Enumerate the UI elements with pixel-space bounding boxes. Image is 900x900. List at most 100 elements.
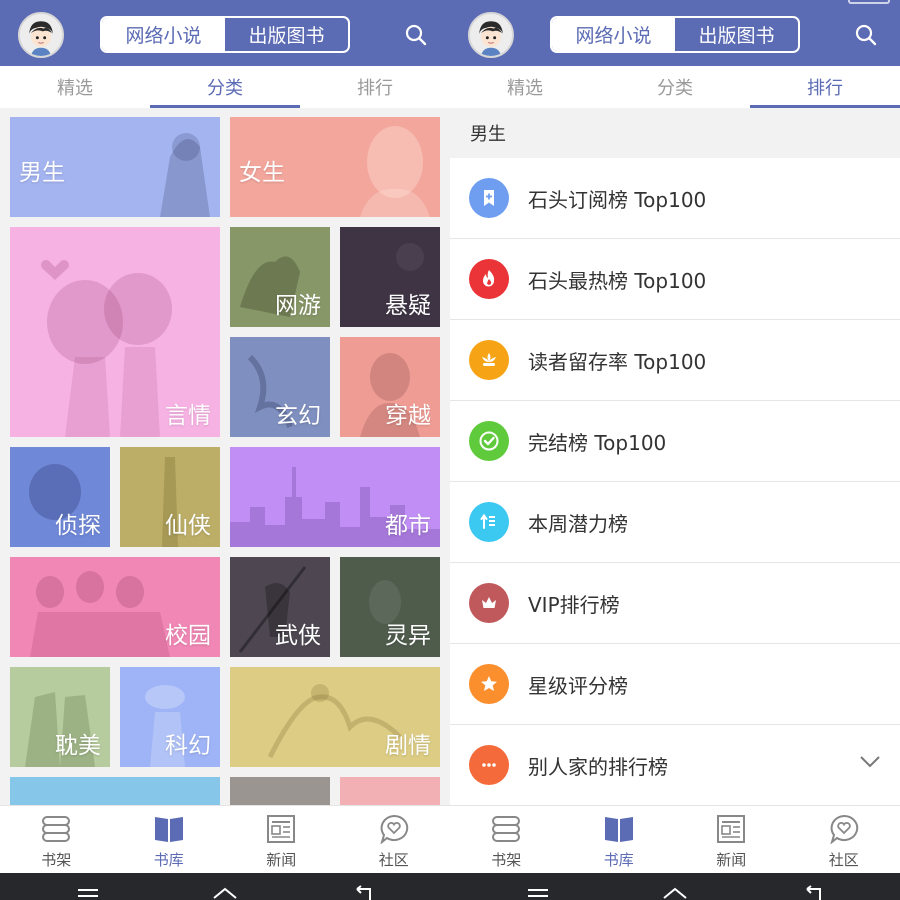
ranking-label: 石头最热榜 Top100 [528,268,707,293]
category-label: 耽美 [55,733,101,759]
chevron-down-icon[interactable] [860,755,880,769]
category-tile-martial-arts[interactable]: 武侠 [230,557,330,657]
check-circle-icon [469,421,509,461]
avatar-icon[interactable] [468,12,514,58]
book-icon [603,814,635,844]
nav-library[interactable]: 书库 [113,806,226,873]
lotus-icon [469,340,509,380]
bookshelf-icon [40,814,72,844]
menu-icon[interactable] [74,885,102,900]
category-tile-romance[interactable]: 言情 [10,227,220,437]
content-type-switch: 网络小说 出版图书 [100,16,350,53]
ranking-screen: 网络小说 出版图书 精选 分类 排行 男生 石头订阅榜 Top100 石头最热榜… [450,0,900,873]
flame-icon [469,259,509,299]
tab-rankings[interactable]: 排行 [300,66,450,108]
nav-bookshelf[interactable]: 书架 [0,806,113,873]
category-tile-drama[interactable]: 剧情 [230,667,440,767]
ranking-item-retention[interactable]: 读者留存率 Top100 [450,320,900,401]
nav-community[interactable]: 社区 [338,806,451,873]
trend-up-icon [469,502,509,542]
nav-label: 社区 [828,851,859,869]
category-tile-urban[interactable]: 都市 [230,447,440,547]
ranking-item-subscription[interactable]: 石头订阅榜 Top100 [450,158,900,239]
category-label: 科幻 [165,733,211,759]
nav-news[interactable]: 新闻 [225,806,338,873]
category-label: 言情 [165,403,211,429]
menu-icon[interactable] [524,885,552,900]
more-dots-icon [469,745,509,785]
back-icon[interactable] [348,885,376,900]
ranking-list: 石头订阅榜 Top100 石头最热榜 Top100 读者留存率 Top100 完… [450,158,900,806]
category-tile-danmei[interactable]: 耽美 [10,667,110,767]
category-label: 玄幻 [275,403,321,429]
bottom-navigation: 书架 书库 新闻 社区 [450,805,900,873]
category-tile-mystery[interactable]: 悬疑 [340,227,440,327]
search-icon[interactable] [854,23,878,47]
ranking-label: 星级评分榜 [528,673,628,698]
home-icon[interactable] [211,885,239,900]
tab-featured[interactable]: 精选 [450,66,600,108]
nav-community[interactable]: 社区 [788,806,900,873]
segment-web-novels[interactable]: 网络小说 [552,18,675,51]
ranking-label: 本周潜力榜 [528,511,628,536]
sub-tabs: 精选 分类 排行 [450,66,900,108]
chat-heart-icon [828,814,860,844]
category-label: 武侠 [275,623,321,649]
category-label: 剧情 [385,733,431,759]
ranking-item-vip[interactable]: VIP排行榜 [450,563,900,644]
category-label: 女生 [239,160,285,186]
category-tile-campus[interactable]: 校园 [10,557,220,657]
nav-bookshelf[interactable]: 书架 [450,806,563,873]
tab-rankings[interactable]: 排行 [750,66,900,108]
book-icon [153,814,185,844]
nav-library[interactable]: 书库 [563,806,676,873]
newspaper-icon [265,814,297,844]
category-tile-online-game[interactable]: 网游 [230,227,330,327]
top-bar: 网络小说 出版图书 [450,0,900,66]
category-tile-detective[interactable]: 侦探 [10,447,110,547]
category-tile-partial[interactable] [340,777,440,805]
nav-label: 新闻 [266,851,297,869]
category-tile-xianxia[interactable]: 仙侠 [120,447,220,547]
sub-tabs: 精选 分类 排行 [0,66,450,108]
category-tile-partial[interactable] [10,777,220,805]
search-icon[interactable] [404,23,428,47]
segment-published-books[interactable]: 出版图书 [675,18,798,51]
category-tile-sci-fi[interactable]: 科幻 [120,667,220,767]
category-tile-male[interactable]: 男生 [10,117,220,217]
tab-categories[interactable]: 分类 [150,66,300,108]
category-label: 悬疑 [385,293,431,319]
star-icon [469,664,509,704]
category-screen: 网络小说 出版图书 精选 分类 排行 男生 女生 言情 网游 悬疑 玄幻 穿越 … [0,0,450,873]
category-tile-time-travel[interactable]: 穿越 [340,337,440,437]
category-label: 灵异 [385,623,431,649]
battery-icon [848,0,890,4]
category-tile-supernatural[interactable]: 灵异 [340,557,440,657]
top-bar: 网络小说 出版图书 [0,0,450,66]
newspaper-icon [715,814,747,844]
category-tile-female[interactable]: 女生 [230,117,440,217]
ranking-item-hottest[interactable]: 石头最热榜 Top100 [450,239,900,320]
segment-published-books[interactable]: 出版图书 [225,18,348,51]
ranking-label: 别人家的排行榜 [528,754,668,779]
bookmark-plus-icon [469,178,509,218]
ranking-item-potential[interactable]: 本周潜力榜 [450,482,900,563]
nav-news[interactable]: 新闻 [675,806,788,873]
home-icon[interactable] [661,885,689,900]
content-type-switch: 网络小说 出版图书 [550,16,800,53]
back-icon[interactable] [798,885,826,900]
ranking-item-completed[interactable]: 完结榜 Top100 [450,401,900,482]
nav-label: 新闻 [716,851,747,869]
tab-featured[interactable]: 精选 [0,66,150,108]
category-label: 男生 [19,160,65,186]
avatar-icon[interactable] [18,12,64,58]
category-label: 穿越 [385,403,431,429]
segment-web-novels[interactable]: 网络小说 [102,18,225,51]
category-tile-partial[interactable] [230,777,330,805]
category-tile-fantasy[interactable]: 玄幻 [230,337,330,437]
ranking-item-others[interactable]: 别人家的排行榜 [450,725,900,806]
ranking-item-star-rating[interactable]: 星级评分榜 [450,644,900,725]
tab-categories[interactable]: 分类 [600,66,750,108]
category-label: 侦探 [55,513,101,539]
ranking-label: 读者留存率 Top100 [528,349,707,374]
